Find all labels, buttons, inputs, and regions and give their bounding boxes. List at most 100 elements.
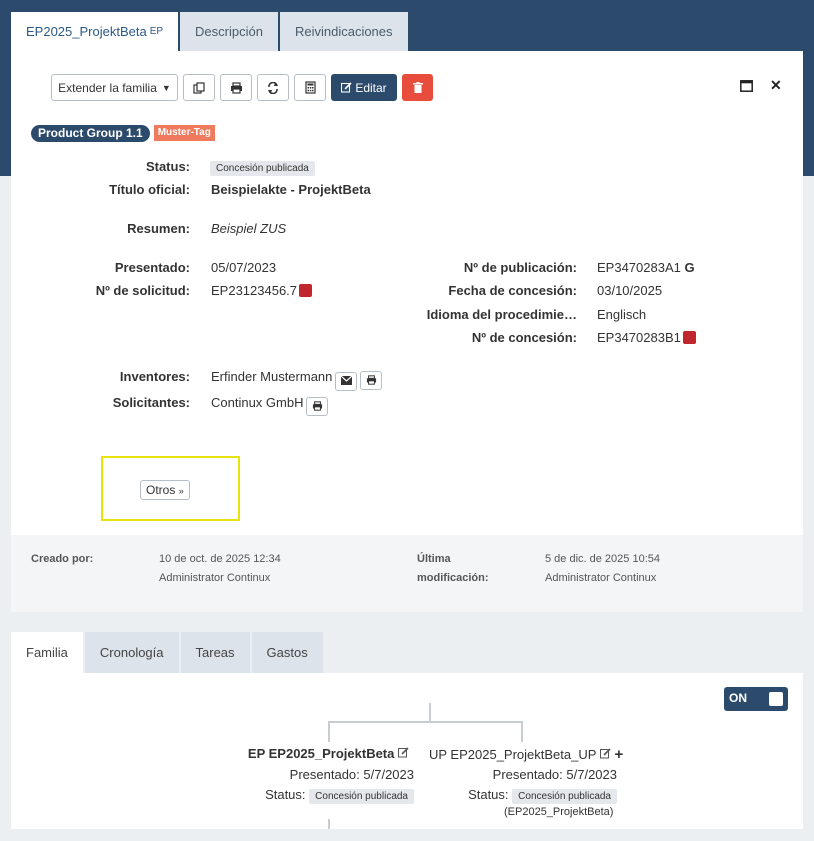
tag-badge[interactable]: Muster-Tag (153, 125, 215, 141)
calculator-button[interactable] (294, 74, 326, 101)
status-label: Status: (145, 159, 190, 174)
trash-icon (412, 82, 423, 93)
email-button[interactable] (335, 372, 358, 391)
modified-label-line2: modificación: (417, 572, 489, 584)
grant-number-row: EP3470283B1 (597, 330, 696, 345)
print-applicant-button[interactable] (306, 397, 329, 416)
print-icon (230, 81, 242, 94)
family-node-ep[interactable]: EP EP2025_ProjektBeta (248, 746, 409, 761)
created-date: 10 de oct. de 2025 12:34 (159, 553, 281, 565)
edit-icon (341, 82, 352, 93)
copy-button[interactable] (183, 74, 215, 101)
publication-number-row: EP3470283A1 G (597, 260, 695, 275)
tree-line (429, 703, 431, 722)
application-number-row: EP23123456.7 (211, 283, 313, 298)
caret-down-icon: ▼ (161, 82, 171, 93)
bottom-tabs: Familia Cronología Tareas Gastos (11, 632, 325, 673)
status-value: Concesión publicada (210, 159, 315, 176)
summary-value: Beispiel ZUS (211, 221, 287, 236)
audit-info: Creado por: 10 de oct. de 2025 12:34 Adm… (11, 535, 803, 612)
edit-icon[interactable] (398, 747, 409, 758)
tab-expenses[interactable]: Gastos (251, 632, 323, 673)
badge-row: Product Group 1.1 Muster-Tag (31, 125, 215, 142)
tree-line (328, 721, 523, 723)
ep-status-label: Status: (265, 787, 306, 802)
tab-case-sub: EP (149, 26, 164, 37)
tab-claims[interactable]: Reivindicaciones (279, 12, 408, 51)
publication-number-value: EP3470283A1 (597, 260, 681, 275)
tab-description-label: Descripción (195, 24, 263, 39)
inventors-value: Erfinder Mustermann (211, 369, 333, 384)
modified-label-line1: Última (417, 553, 451, 565)
family-toggle[interactable]: ON (724, 687, 788, 711)
refresh-button[interactable] (257, 74, 289, 101)
tab-case-label: EP2025_ProjektBeta (26, 24, 147, 39)
plus-icon[interactable]: + (614, 746, 623, 763)
edit-icon[interactable] (599, 748, 611, 759)
pdf-icon[interactable] (682, 331, 696, 344)
grant-number-value: EP3470283B1 (597, 330, 681, 345)
applicants-label: Solicitantes: (112, 395, 190, 410)
tab-family[interactable]: Familia (11, 632, 83, 673)
print-inventor-button[interactable] (360, 371, 383, 390)
summary-label: Resumen: (127, 221, 190, 236)
extend-family-dropdown[interactable]: Extender la familia ▼ (51, 74, 178, 101)
tab-description[interactable]: Descripción (180, 12, 278, 51)
modified-date: 5 de dic. de 2025 10:54 (545, 553, 660, 565)
copy-icon (193, 81, 205, 94)
filed-value: 05/07/2023 (211, 260, 277, 275)
maximize-icon[interactable] (740, 79, 753, 95)
family-node-up[interactable]: UP EP2025_ProjektBeta_UP + (429, 746, 623, 763)
up-status-badge: Concesión publicada (512, 789, 617, 804)
modified-user: Administrator Continux (545, 572, 657, 584)
print-button[interactable] (220, 74, 252, 101)
calculator-icon (304, 81, 316, 94)
tree-line (521, 721, 523, 742)
google-icon[interactable]: G (684, 260, 694, 275)
print-icon (312, 401, 323, 411)
tab-case[interactable]: EP2025_ProjektBeta EP (11, 12, 179, 51)
title-value: Beispielakte - ProjektBeta (211, 182, 371, 197)
procedure-language-value: Englisch (597, 307, 647, 322)
applicants-value: Continux GmbH (211, 395, 304, 410)
product-group-badge[interactable]: Product Group 1.1 (31, 125, 150, 142)
created-user: Administrator Continux (159, 572, 271, 584)
toggle-knob (769, 692, 783, 706)
inventors-label: Inventores: (119, 369, 190, 384)
ep-status-badge: Concesión publicada (309, 789, 414, 804)
application-number-value: EP23123456.7 (211, 283, 298, 298)
envelope-icon (340, 375, 353, 385)
procedure-language-label: Idioma del procedimie… (426, 307, 577, 322)
up-node-title: UP EP2025_ProjektBeta_UP (429, 747, 597, 762)
ep-node-status: Status: Concesión publicada (265, 787, 414, 804)
inventors-row: Erfinder Mustermann (211, 369, 383, 391)
up-parent-reference: (EP2025_ProjektBeta) (504, 806, 614, 818)
tree-line (328, 721, 330, 742)
filed-label: Presentado: (114, 260, 190, 275)
status-badge: Concesión publicada (210, 161, 315, 176)
pdf-icon[interactable] (299, 284, 313, 297)
up-node-filed: Presentado: 5/7/2023 (492, 767, 617, 782)
application-number-label: Nº de solicitud: (95, 283, 190, 298)
created-label: Creado por: (31, 553, 94, 565)
top-tabs: EP2025_ProjektBeta EP Descripción Reivin… (11, 12, 410, 51)
close-icon[interactable]: ✕ (770, 77, 782, 94)
publication-number-label: Nº de publicación: (463, 260, 577, 275)
up-status-label: Status: (468, 787, 509, 802)
family-panel: ON EP EP2025_ProjektBeta Presentado: 5/7… (11, 673, 803, 829)
toggle-label: ON (729, 691, 747, 705)
ep-node-filed: Presentado: 5/7/2023 (289, 767, 414, 782)
others-button[interactable]: Otros » (140, 480, 190, 500)
edit-button[interactable]: Editar (331, 74, 397, 101)
applicants-row: Continux GmbH (211, 395, 329, 416)
grant-date-value: 03/10/2025 (597, 283, 663, 298)
tab-tasks[interactable]: Tareas (180, 632, 250, 673)
print-icon (366, 375, 376, 385)
title-label: Título oficial: (109, 182, 190, 197)
grant-date-label: Fecha de concesión: (448, 283, 577, 298)
tab-claims-label: Reivindicaciones (294, 24, 393, 39)
tab-timeline[interactable]: Cronología (84, 632, 179, 673)
delete-button[interactable] (402, 74, 433, 101)
toolbar: Extender la familia ▼ Editar (51, 74, 438, 101)
tree-line (328, 819, 330, 829)
